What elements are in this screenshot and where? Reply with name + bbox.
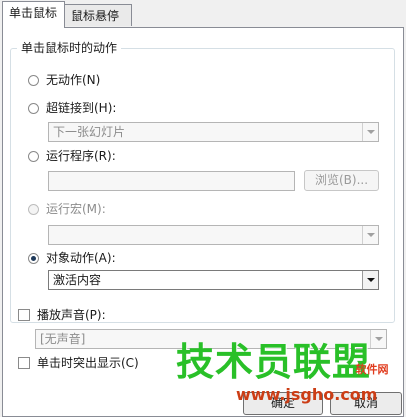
object-action-value: 激活内容 <box>53 273 102 287</box>
tab-bar: 单击鼠标 鼠标悬停 <box>0 0 406 28</box>
option-object-action-label: 对象动作(A): <box>46 251 116 265</box>
play-sound-row[interactable]: 播放声音(P): <box>18 307 106 323</box>
option-run-program-row[interactable]: 运行程序(R): <box>28 148 116 164</box>
watermark-text: 技术员联盟 <box>176 340 372 384</box>
object-action-dropdown[interactable]: 激活内容 <box>48 270 379 290</box>
radio-run-macro[interactable] <box>28 203 39 215</box>
option-none-label: 无动作(N) <box>46 73 101 87</box>
group-legend: 单击鼠标时的动作 <box>17 40 122 56</box>
watermark-logo: 软件网 <box>355 363 389 376</box>
watermark-url: www.jsgho.com <box>236 385 378 404</box>
play-sound-checkbox[interactable] <box>18 309 30 321</box>
radio-none[interactable] <box>28 74 39 86</box>
radio-hyperlink[interactable] <box>28 102 39 114</box>
hyperlink-value: 下一张幻灯片 <box>53 125 126 139</box>
hyperlink-dropdown[interactable]: 下一张幻灯片 <box>48 122 379 142</box>
browse-button[interactable]: 浏览(B)... <box>304 170 379 191</box>
highlight-label: 单击时突出显示(C) <box>37 356 139 370</box>
chevron-down-icon <box>370 330 386 348</box>
option-run-program-label: 运行程序(R): <box>46 149 116 163</box>
chevron-down-icon <box>362 271 378 289</box>
play-sound-label: 播放声音(P): <box>37 308 106 322</box>
action-group: 单击鼠标时的动作 无动作(N) 超链接到(H): 下一张幻灯片 运行程序(R):… <box>10 40 395 323</box>
option-object-action-row[interactable]: 对象动作(A): <box>28 250 116 266</box>
radio-run-program[interactable] <box>28 150 39 162</box>
chevron-down-icon <box>362 226 378 244</box>
run-program-input[interactable] <box>48 171 295 191</box>
sound-value: [无声音] <box>40 332 86 346</box>
run-macro-dropdown[interactable] <box>48 225 379 245</box>
option-hyperlink-label: 超链接到(H): <box>46 101 117 115</box>
highlight-checkbox[interactable] <box>18 357 30 369</box>
option-none-row[interactable]: 无动作(N) <box>28 72 100 88</box>
chevron-down-icon <box>362 123 378 141</box>
tab-mouse-over[interactable]: 鼠标悬停 <box>64 4 132 26</box>
radio-object-action[interactable] <box>28 252 39 264</box>
option-run-macro-label: 运行宏(M): <box>46 202 106 216</box>
option-run-macro-row[interactable]: 运行宏(M): <box>28 201 106 217</box>
highlight-row[interactable]: 单击时突出显示(C) <box>18 355 139 371</box>
option-hyperlink-row[interactable]: 超链接到(H): <box>28 100 116 116</box>
tab-mouse-click[interactable]: 单击鼠标 <box>2 1 65 28</box>
